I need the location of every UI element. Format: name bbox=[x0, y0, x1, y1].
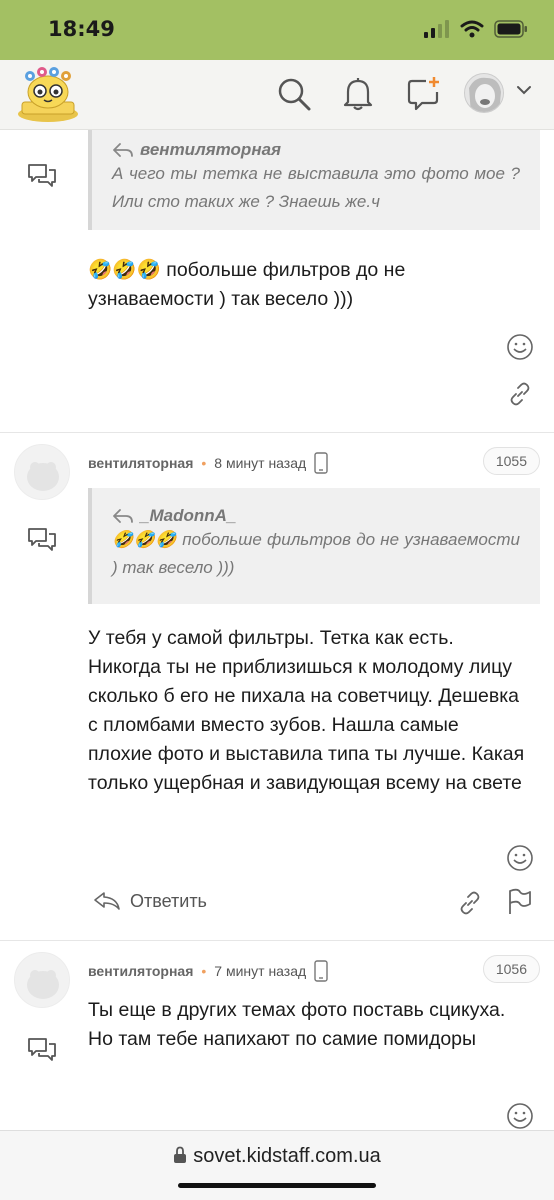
comment-text: У тебя у самой фильтры. Тетка как есть. … bbox=[88, 627, 525, 794]
quote-author-name: _MadonnA_ bbox=[140, 506, 237, 525]
avatar-image bbox=[465, 74, 503, 112]
status-time: 18:49 bbox=[48, 17, 115, 41]
user-avatar[interactable] bbox=[464, 73, 504, 113]
link-icon[interactable] bbox=[458, 891, 482, 915]
chevron-down-icon[interactable] bbox=[516, 84, 532, 96]
lock-icon bbox=[174, 1146, 187, 1163]
commenter-avatar[interactable] bbox=[14, 952, 70, 1008]
app-header bbox=[0, 60, 554, 130]
browser-url-bar[interactable]: sovet.kidstaff.com.ua bbox=[0, 1130, 554, 1200]
comment-divider bbox=[0, 940, 554, 941]
mobile-device-icon bbox=[314, 452, 328, 474]
signal-icon bbox=[424, 20, 449, 38]
quote-text: 🤣🤣🤣 побольше фильтров до не узнаваемости… bbox=[112, 526, 520, 582]
battery-icon bbox=[494, 20, 527, 38]
quote-author: вентиляторная bbox=[112, 140, 520, 160]
default-avatar-icon bbox=[27, 970, 59, 999]
comment-number-badge[interactable]: 1056 bbox=[482, 955, 540, 983]
comments-feed: вентиляторная А чего ты тетка не выстави… bbox=[0, 130, 554, 1130]
smiley-icon[interactable] bbox=[506, 844, 534, 872]
smiley-icon[interactable] bbox=[506, 333, 534, 361]
online-dot: • bbox=[201, 963, 207, 979]
site-logo[interactable] bbox=[14, 66, 82, 124]
comment-number-badge[interactable]: 1055 bbox=[482, 447, 540, 475]
quote-author: _MadonnA_ bbox=[112, 506, 520, 526]
url-text: sovet.kidstaff.com.ua bbox=[193, 1145, 381, 1167]
comment-meta: вентиляторная • 8 минут назад bbox=[88, 452, 328, 474]
commenter-avatar[interactable] bbox=[14, 444, 70, 500]
status-bar: 18:49 bbox=[0, 0, 554, 60]
default-avatar-icon bbox=[27, 462, 59, 491]
comment-author[interactable]: вентиляторная bbox=[88, 963, 193, 979]
laughing-emojis: 🤣🤣🤣 bbox=[112, 530, 178, 549]
comment-author[interactable]: вентиляторная bbox=[88, 455, 193, 471]
search-icon[interactable] bbox=[276, 76, 312, 112]
link-icon[interactable] bbox=[508, 382, 532, 406]
home-indicator bbox=[178, 1183, 376, 1188]
flag-icon[interactable] bbox=[506, 888, 532, 916]
comment-text: 🤣🤣🤣 побольше фильтров до не узнаваемости… bbox=[88, 256, 528, 314]
comment-text: Ты еще в других темах фото поставь сцику… bbox=[88, 999, 506, 1050]
bell-icon[interactable] bbox=[342, 76, 374, 112]
url-field[interactable]: sovet.kidstaff.com.ua bbox=[0, 1145, 554, 1168]
laughing-emojis: 🤣🤣🤣 bbox=[88, 259, 161, 281]
quote-block: вентиляторная А чего ты тетка не выстави… bbox=[88, 130, 540, 230]
comments-icon[interactable] bbox=[26, 1036, 58, 1064]
comment-time: 8 минут назад bbox=[214, 455, 307, 471]
reply-icon bbox=[94, 892, 120, 910]
quote-block: _MadonnA_ 🤣🤣🤣 побольше фильтров до не уз… bbox=[88, 488, 540, 604]
online-dot: • bbox=[201, 455, 207, 471]
reply-button[interactable]: Ответить bbox=[92, 890, 207, 912]
comments-icon[interactable] bbox=[26, 162, 58, 190]
mobile-device-icon bbox=[314, 960, 328, 982]
comments-icon[interactable] bbox=[26, 526, 58, 554]
wifi-icon bbox=[460, 20, 484, 38]
status-icons bbox=[424, 20, 528, 38]
comment-time: 7 минут назад bbox=[214, 963, 307, 979]
quote-author-name: вентиляторная bbox=[140, 140, 282, 159]
new-message-icon[interactable] bbox=[406, 76, 442, 112]
reply-label: Ответить bbox=[130, 890, 207, 911]
comment-divider bbox=[0, 432, 554, 433]
reply-arrow-icon bbox=[113, 143, 133, 157]
comment-meta: вентиляторная • 7 минут назад bbox=[88, 960, 328, 982]
reply-arrow-icon bbox=[113, 509, 133, 523]
quote-text: А чего ты тетка не выставила это фото мо… bbox=[112, 164, 520, 211]
smiley-icon[interactable] bbox=[506, 1102, 534, 1130]
